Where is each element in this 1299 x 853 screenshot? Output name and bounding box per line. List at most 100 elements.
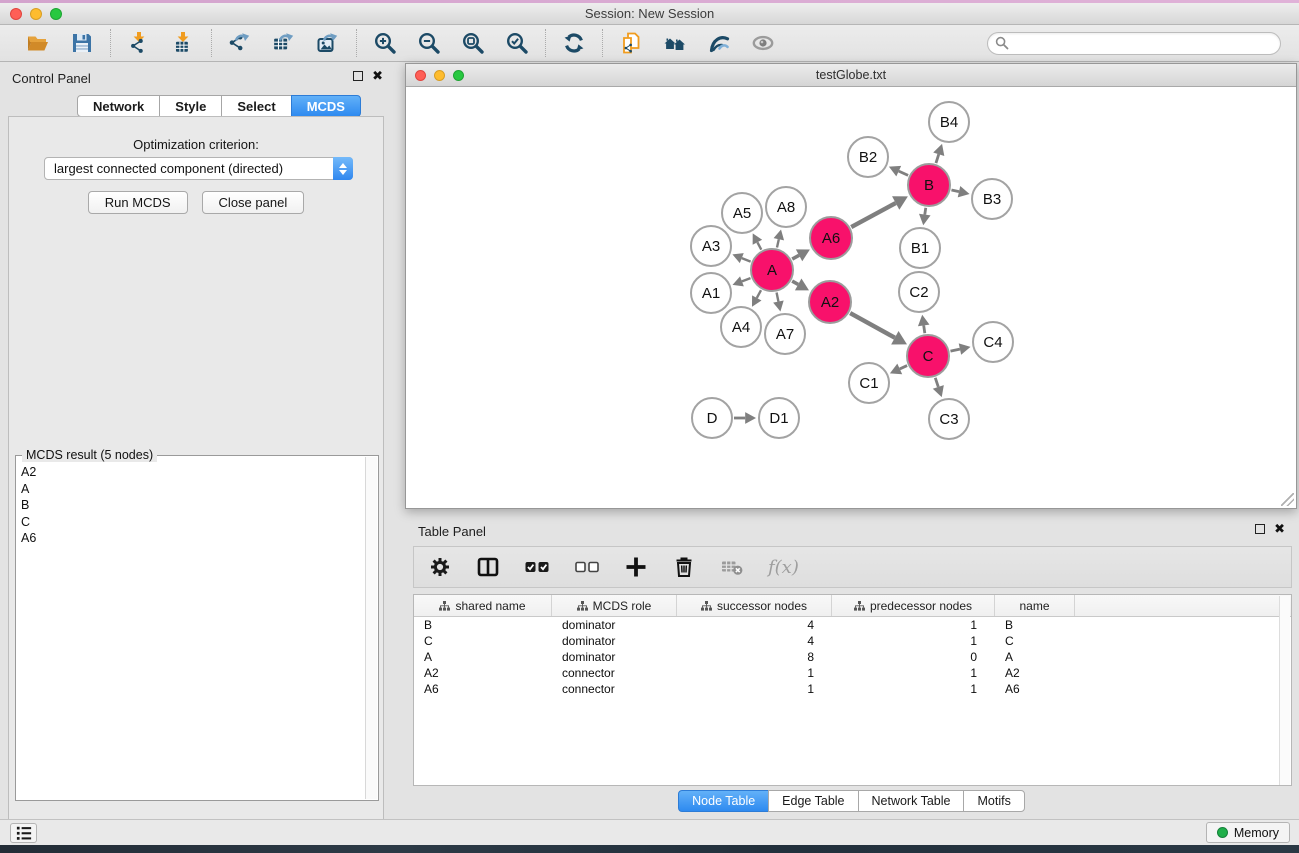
close-table-panel-icon[interactable]: ✖ — [1274, 524, 1285, 534]
graph-node-A3[interactable]: A3 — [690, 225, 732, 267]
zoom-selected-icon[interactable] — [503, 29, 531, 57]
table-tab-edge-table[interactable]: Edge Table — [768, 790, 858, 812]
table-tab-node-table[interactable]: Node Table — [678, 790, 769, 812]
table-cell[interactable]: 4 — [677, 618, 832, 632]
column-header-successor-nodes[interactable]: successor nodes — [677, 595, 832, 616]
table-cell[interactable]: dominator — [552, 618, 677, 632]
table-cell[interactable]: 8 — [677, 650, 832, 664]
table-cell[interactable]: dominator — [552, 634, 677, 648]
minimize-window-button[interactable] — [30, 8, 42, 20]
table-cell[interactable]: dominator — [552, 650, 677, 664]
search-input[interactable] — [987, 32, 1281, 55]
table-tab-network-table[interactable]: Network Table — [858, 790, 965, 812]
table-row[interactable]: Bdominator41B — [414, 617, 1291, 633]
graph-node-C4[interactable]: C4 — [972, 321, 1014, 363]
table-cell[interactable]: 1 — [832, 666, 995, 680]
close-panel-button[interactable]: Close panel — [202, 191, 305, 214]
control-tab-mcds[interactable]: MCDS — [291, 95, 361, 117]
criterion-dropdown[interactable]: largest connected component (directed) — [44, 157, 353, 180]
table-cell[interactable]: A2 — [414, 666, 552, 680]
table-cell[interactable]: connector — [552, 682, 677, 696]
vizmap-eye-icon[interactable] — [705, 29, 733, 57]
graph-node-C1[interactable]: C1 — [848, 362, 890, 404]
float-table-panel-icon[interactable] — [1255, 524, 1265, 534]
result-list-item[interactable]: B — [21, 497, 364, 514]
table-scrollbar[interactable] — [1279, 596, 1290, 785]
graph-node-B2[interactable]: B2 — [847, 136, 889, 178]
network-zoom-button[interactable] — [453, 70, 464, 81]
table-cell[interactable]: 1 — [677, 682, 832, 696]
export-image-icon[interactable] — [314, 29, 342, 57]
graph-node-A4[interactable]: A4 — [720, 306, 762, 348]
home-pair-icon[interactable] — [661, 29, 689, 57]
graph-node-A[interactable]: A — [750, 248, 794, 292]
result-list-item[interactable]: A6 — [21, 530, 364, 547]
table-row[interactable]: Cdominator41C — [414, 633, 1291, 649]
table-cell[interactable]: 1 — [832, 634, 995, 648]
table-cell[interactable]: 1 — [832, 618, 995, 632]
graph-node-D1[interactable]: D1 — [758, 397, 800, 439]
graph-node-A8[interactable]: A8 — [765, 186, 807, 228]
graph-node-C[interactable]: C — [906, 334, 950, 378]
table-cell[interactable]: connector — [552, 666, 677, 680]
graph-node-A1[interactable]: A1 — [690, 272, 732, 314]
zoom-in-icon[interactable] — [371, 29, 399, 57]
table-cell[interactable]: A6 — [414, 682, 552, 696]
table-cell[interactable]: A6 — [995, 682, 1075, 696]
control-tab-select[interactable]: Select — [221, 95, 291, 117]
unchecked-pair-icon[interactable] — [574, 552, 600, 582]
refresh-icon[interactable] — [560, 29, 588, 57]
graph-node-B[interactable]: B — [907, 163, 951, 207]
trash-icon[interactable] — [672, 552, 696, 582]
close-panel-icon[interactable]: ✖ — [372, 71, 383, 81]
new-network-file-icon[interactable] — [617, 29, 645, 57]
window-controls[interactable] — [10, 8, 62, 20]
memory-button[interactable]: Memory — [1206, 822, 1290, 843]
table-cell[interactable]: C — [995, 634, 1075, 648]
control-tab-network[interactable]: Network — [77, 95, 160, 117]
split-columns-icon[interactable] — [476, 552, 500, 582]
export-table-icon[interactable] — [270, 29, 298, 57]
network-canvas[interactable]: B4B2BB3A5A8A6B1A3AC2A1A2A4A7C4CC1C3DD1 — [406, 87, 1296, 508]
column-header-name[interactable]: name — [995, 595, 1075, 616]
save-floppy-icon[interactable] — [68, 29, 96, 57]
table-cell[interactable]: A — [995, 650, 1075, 664]
table-cell[interactable]: 1 — [832, 682, 995, 696]
graph-node-B1[interactable]: B1 — [899, 227, 941, 269]
graph-node-C2[interactable]: C2 — [898, 271, 940, 313]
table-row[interactable]: A2connector11A2 — [414, 665, 1291, 681]
graph-node-A6[interactable]: A6 — [809, 216, 853, 260]
result-list-item[interactable]: A — [21, 481, 364, 498]
table-cell[interactable]: 0 — [832, 650, 995, 664]
graph-node-B3[interactable]: B3 — [971, 178, 1013, 220]
table-row[interactable]: Adominator80A — [414, 649, 1291, 665]
network-close-button[interactable] — [415, 70, 426, 81]
table-cell[interactable]: B — [995, 618, 1075, 632]
resize-grip[interactable] — [1281, 493, 1294, 506]
table-cell[interactable]: B — [414, 618, 552, 632]
column-header-MCDS-role[interactable]: MCDS role — [552, 595, 677, 616]
float-panel-icon[interactable] — [353, 71, 363, 81]
result-list-item[interactable]: A2 — [21, 464, 364, 481]
graph-node-D[interactable]: D — [691, 397, 733, 439]
table-cell[interactable]: A — [414, 650, 552, 664]
control-tab-style[interactable]: Style — [159, 95, 222, 117]
checked-pair-icon[interactable] — [524, 552, 550, 582]
close-window-button[interactable] — [10, 8, 22, 20]
table-cell[interactable]: C — [414, 634, 552, 648]
zoom-window-button[interactable] — [50, 8, 62, 20]
open-folder-icon[interactable] — [24, 29, 52, 57]
run-mcds-button[interactable]: Run MCDS — [88, 191, 188, 214]
export-network-icon[interactable] — [226, 29, 254, 57]
graph-node-A2[interactable]: A2 — [808, 280, 852, 324]
graph-node-A5[interactable]: A5 — [721, 192, 763, 234]
network-window-titlebar[interactable]: testGlobe.txt — [406, 64, 1296, 87]
result-list-item[interactable]: C — [21, 514, 364, 531]
column-header-predecessor-nodes[interactable]: predecessor nodes — [832, 595, 995, 616]
result-scrollbar[interactable] — [365, 457, 377, 799]
table-cell[interactable]: A2 — [995, 666, 1075, 680]
zoom-fit-icon[interactable] — [459, 29, 487, 57]
graph-node-A7[interactable]: A7 — [764, 313, 806, 355]
import-table-icon[interactable] — [169, 29, 197, 57]
import-network-icon[interactable] — [125, 29, 153, 57]
